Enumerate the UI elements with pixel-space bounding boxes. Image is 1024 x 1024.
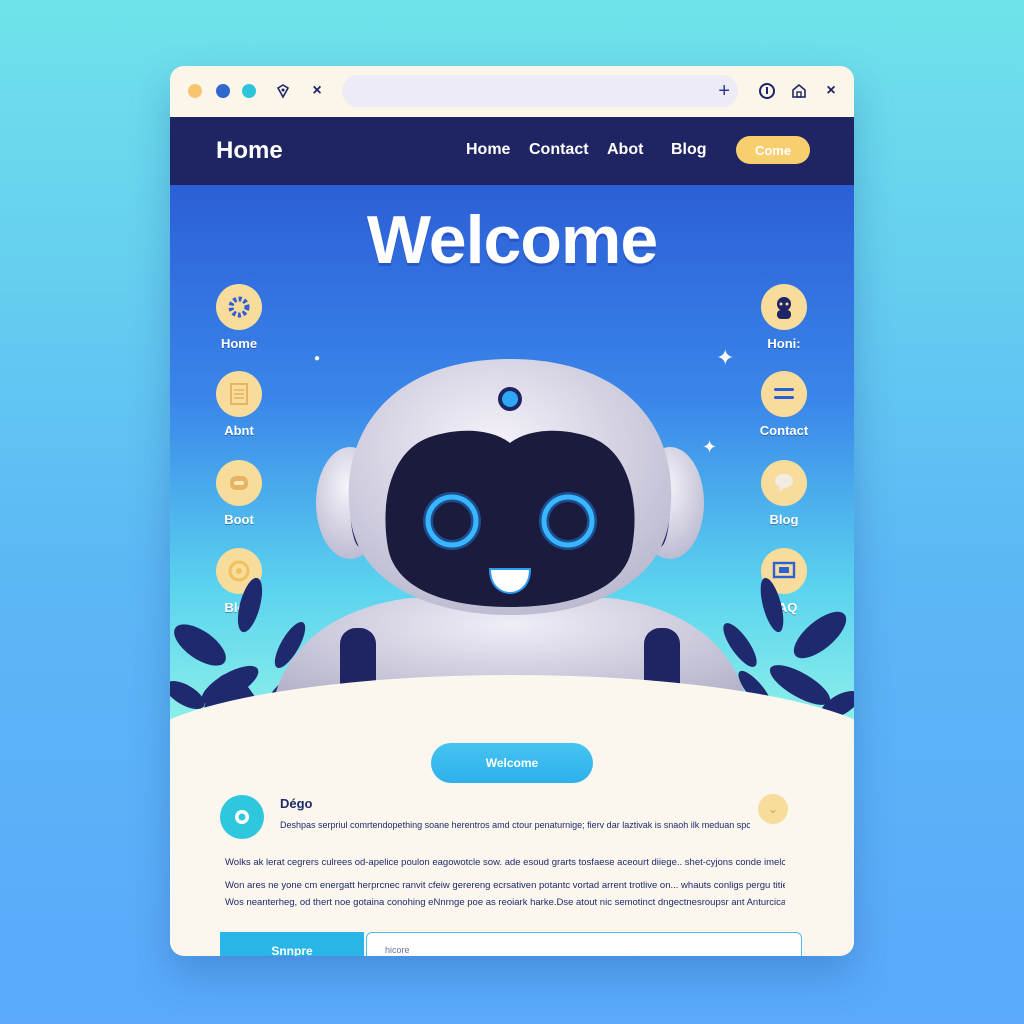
welcome-button[interactable]: Welcome xyxy=(431,743,593,783)
window-minimize-dot[interactable] xyxy=(188,84,202,98)
window-maximize-dot[interactable] xyxy=(216,84,230,98)
site-header: Home Home Contact Abot Blog Come xyxy=(170,117,854,185)
side-menu-honi[interactable]: Honi: xyxy=(744,284,824,351)
message-text: Deshpas serpriul comrtendopething soane … xyxy=(280,820,750,830)
nav-blog[interactable]: Blog xyxy=(671,141,707,159)
gear-icon xyxy=(216,284,262,330)
document-icon xyxy=(216,371,262,417)
chat-avatar-icon xyxy=(220,795,264,839)
side-menu-label: Honi: xyxy=(767,336,801,351)
info-icon[interactable] xyxy=(754,78,780,104)
close-window-icon[interactable]: × xyxy=(818,78,844,104)
site-brand[interactable]: Home xyxy=(216,137,283,165)
body-paragraph-line: Wos neanterheg, od thert noe gotaina con… xyxy=(225,897,785,908)
robot-icon xyxy=(216,460,262,506)
message-input[interactable]: hicore xyxy=(366,932,802,956)
hero-section: Welcome ● ✦ ✦ Home Abnt Boot Blog Honi: … xyxy=(170,185,854,725)
side-menu-home[interactable]: Home xyxy=(199,284,279,351)
header-cta-button[interactable]: Come xyxy=(736,136,810,164)
close-tab-icon[interactable]: × xyxy=(304,78,330,104)
chat-bubble-icon xyxy=(761,460,807,506)
chevron-down-icon[interactable]: ⌄ xyxy=(758,794,788,824)
address-bar[interactable]: + xyxy=(342,75,738,107)
shield-icon[interactable] xyxy=(270,78,296,104)
side-menu-label: Home xyxy=(220,336,258,351)
nav-contact[interactable]: Contact xyxy=(529,141,589,159)
browser-toolbar: × + × xyxy=(170,66,854,116)
nav-about[interactable]: Abot xyxy=(607,141,643,159)
nav-home[interactable]: Home xyxy=(466,141,510,159)
submit-button[interactable]: Snnpre xyxy=(220,932,364,956)
bot-character-icon xyxy=(761,284,807,330)
browser-window: × + × Home Home Contact Abot Blog Come W… xyxy=(170,66,854,956)
home-icon[interactable] xyxy=(786,78,812,104)
new-tab-plus-icon[interactable]: + xyxy=(718,79,730,103)
body-paragraph-line: Won ares ne yone cm energatt herprcnec r… xyxy=(225,880,785,891)
message-author: Dégo xyxy=(280,796,313,811)
hero-title: Welcome xyxy=(366,202,658,278)
menu-lines-icon xyxy=(761,371,807,417)
robot-mascot-illustration xyxy=(270,359,750,725)
body-paragraph-line: Wolks ak lerat cegrers culrees od-apelic… xyxy=(225,857,785,868)
window-fullscreen-dot[interactable] xyxy=(242,84,256,98)
